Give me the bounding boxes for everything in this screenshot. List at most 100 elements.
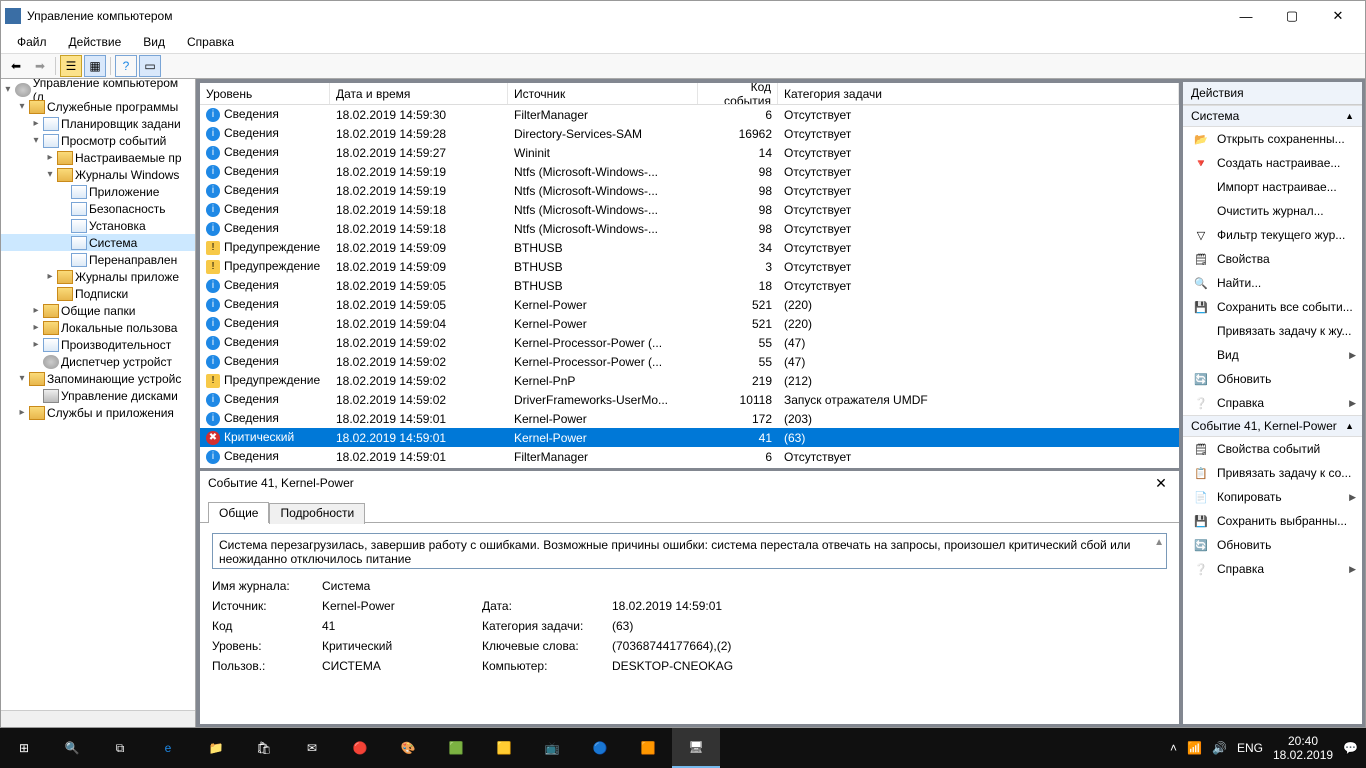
action-item[interactable]: 📋Привязать задачу к со... — [1183, 461, 1362, 485]
grid-body[interactable]: iСведения18.02.2019 14:59:30FilterManage… — [200, 105, 1179, 468]
tree-item[interactable]: ▸Общие папки — [1, 302, 195, 319]
action-item[interactable]: 🗒Свойства — [1183, 247, 1362, 271]
toolbar-btn-3[interactable]: ▭ — [139, 55, 161, 77]
msg-scroll-up[interactable]: ▲ — [1154, 537, 1164, 548]
tree-item[interactable]: Диспетчер устройст — [1, 353, 195, 370]
event-row[interactable]: iСведения18.02.2019 14:59:30FilterManage… — [200, 105, 1179, 124]
event-row[interactable]: iСведения18.02.2019 14:59:02DriverFramew… — [200, 390, 1179, 409]
menu-action[interactable]: Действие — [59, 33, 132, 51]
col-level[interactable]: Уровень — [200, 83, 330, 104]
event-row[interactable]: iСведения18.02.2019 14:59:19Ntfs (Micros… — [200, 181, 1179, 200]
col-source[interactable]: Источник — [508, 83, 698, 104]
toolbar-btn-1[interactable]: ☰ — [60, 55, 82, 77]
tree-item[interactable]: Управление дисками — [1, 387, 195, 404]
tray-chevron-icon[interactable]: ˄ — [1170, 741, 1177, 755]
toolbar-btn-2[interactable]: ▦ — [84, 55, 106, 77]
nav-tree[interactable]: ▾Управление компьютером (л▾Служебные про… — [1, 81, 195, 421]
taskbar-edge[interactable]: e — [144, 728, 192, 768]
tree-item[interactable]: ▸Производительност — [1, 336, 195, 353]
tree-item[interactable]: ▾Просмотр событий — [1, 132, 195, 149]
tree-item[interactable]: Система — [1, 234, 195, 251]
tree-item[interactable]: Приложение — [1, 183, 195, 200]
menu-view[interactable]: Вид — [133, 33, 175, 51]
tree-item[interactable]: ▾Журналы Windows — [1, 166, 195, 183]
taskbar-app2[interactable]: 🟨 — [480, 728, 528, 768]
taskbar-paint[interactable]: 🎨 — [384, 728, 432, 768]
taskbar-mail[interactable]: ✉ — [288, 728, 336, 768]
taskbar-chrome[interactable]: 🔴 — [336, 728, 384, 768]
event-row[interactable]: ✖Критический18.02.2019 14:59:01Kernel-Po… — [200, 428, 1179, 447]
tree-item[interactable]: ▸Планировщик задани — [1, 115, 195, 132]
tree-item[interactable]: Установка — [1, 217, 195, 234]
event-row[interactable]: iСведения18.02.2019 14:59:05BTHUSB18Отсу… — [200, 276, 1179, 295]
minimize-button[interactable]: — — [1223, 1, 1269, 31]
taskbar-app1[interactable]: 🟩 — [432, 728, 480, 768]
event-row[interactable]: iСведения18.02.2019 14:59:05Kernel-Power… — [200, 295, 1179, 314]
tray-clock[interactable]: 20:40 18.02.2019 — [1273, 734, 1333, 762]
event-row[interactable]: !Предупреждение18.02.2019 14:59:09BTHUSB… — [200, 257, 1179, 276]
action-item[interactable]: 💾Сохранить все событи... — [1183, 295, 1362, 319]
action-item[interactable]: 💾Сохранить выбранны... — [1183, 509, 1362, 533]
action-item[interactable]: Привязать задачу к жу... — [1183, 319, 1362, 343]
tree-item[interactable]: ▸Настраиваемые пр — [1, 149, 195, 166]
tree-item[interactable]: Подписки — [1, 285, 195, 302]
event-row[interactable]: iСведения18.02.2019 14:59:02Kernel-Proce… — [200, 352, 1179, 371]
event-row[interactable]: iСведения18.02.2019 14:59:18Ntfs (Micros… — [200, 219, 1179, 238]
event-row[interactable]: !Предупреждение18.02.2019 14:59:02Kernel… — [200, 371, 1179, 390]
action-item[interactable]: Импорт настраивае... — [1183, 175, 1362, 199]
col-datetime[interactable]: Дата и время — [330, 83, 508, 104]
action-item[interactable]: 📄Копировать▶ — [1183, 485, 1362, 509]
col-category[interactable]: Категория задачи — [778, 83, 1179, 104]
event-row[interactable]: iСведения18.02.2019 14:59:19Ntfs (Micros… — [200, 162, 1179, 181]
event-row[interactable]: iСведения18.02.2019 14:59:04Kernel-Power… — [200, 314, 1179, 333]
tree-item[interactable]: ▸Локальные пользова — [1, 319, 195, 336]
tree-item[interactable]: ▾Запоминающие устройс — [1, 370, 195, 387]
col-eventid[interactable]: Код события — [698, 83, 778, 104]
detail-close-button[interactable]: ✕ — [1151, 475, 1171, 492]
menu-help[interactable]: Справка — [177, 33, 244, 51]
taskbar-app4[interactable]: 🔵 — [576, 728, 624, 768]
action-item[interactable]: 📂Открыть сохраненны... — [1183, 127, 1362, 151]
event-row[interactable]: iСведения18.02.2019 14:59:18Ntfs (Micros… — [200, 200, 1179, 219]
action-item[interactable]: ❔Справка▶ — [1183, 557, 1362, 581]
action-item[interactable]: 🔄Обновить — [1183, 367, 1362, 391]
taskbar-explorer[interactable]: 📁 — [192, 728, 240, 768]
event-row[interactable]: iСведения18.02.2019 14:59:01FilterManage… — [200, 447, 1179, 466]
event-row[interactable]: iСведения18.02.2019 14:59:01Kernel-Power… — [200, 409, 1179, 428]
taskbar-app3[interactable]: 📺 — [528, 728, 576, 768]
tab-general[interactable]: Общие — [208, 502, 269, 523]
taskview-button[interactable]: ⧉ — [96, 728, 144, 768]
menu-file[interactable]: Файл — [7, 33, 57, 51]
action-item[interactable]: ❔Справка▶ — [1183, 391, 1362, 415]
close-button[interactable]: ✕ — [1315, 1, 1361, 31]
event-row[interactable]: !Предупреждение18.02.2019 14:59:09BTHUSB… — [200, 238, 1179, 257]
action-item[interactable]: 🔻Создать настраивае... — [1183, 151, 1362, 175]
tree-item[interactable]: ▸Службы и приложения — [1, 404, 195, 421]
tray-language[interactable]: ENG — [1237, 741, 1263, 755]
search-button[interactable]: 🔍 — [48, 728, 96, 768]
taskbar-sublime[interactable]: 🟧 — [624, 728, 672, 768]
tree-item[interactable]: ▾Служебные программы — [1, 98, 195, 115]
tree-scroll-left[interactable]: ◄ — [3, 711, 19, 727]
action-item[interactable]: 🔍Найти... — [1183, 271, 1362, 295]
action-item[interactable]: Очистить журнал... — [1183, 199, 1362, 223]
forward-button[interactable]: ➡ — [29, 55, 51, 77]
back-button[interactable]: ⬅ — [5, 55, 27, 77]
tree-item[interactable]: ▾Управление компьютером (л — [1, 81, 195, 98]
event-row[interactable]: iСведения18.02.2019 14:59:27Wininit14Отс… — [200, 143, 1179, 162]
event-row[interactable]: iСведения18.02.2019 14:59:02Kernel-Proce… — [200, 333, 1179, 352]
taskbar-compmgmt[interactable]: 🖥 — [672, 728, 720, 768]
tree-item[interactable]: Безопасность — [1, 200, 195, 217]
taskbar-store[interactable]: 🛍 — [240, 728, 288, 768]
tray-notifications-icon[interactable]: 💬 — [1343, 741, 1358, 755]
action-item[interactable]: Вид▶ — [1183, 343, 1362, 367]
action-item[interactable]: ▽Фильтр текущего жур... — [1183, 223, 1362, 247]
start-button[interactable]: ⊞ — [0, 728, 48, 768]
tray-network-icon[interactable]: 📶 — [1187, 741, 1202, 755]
help-button[interactable]: ? — [115, 55, 137, 77]
maximize-button[interactable]: ▢ — [1269, 1, 1315, 31]
event-row[interactable]: iСведения18.02.2019 14:59:28Directory-Se… — [200, 124, 1179, 143]
tree-item[interactable]: ▸Журналы приложе — [1, 268, 195, 285]
action-item[interactable]: 🔄Обновить — [1183, 533, 1362, 557]
tree-scroll-right[interactable]: ► — [177, 711, 193, 727]
